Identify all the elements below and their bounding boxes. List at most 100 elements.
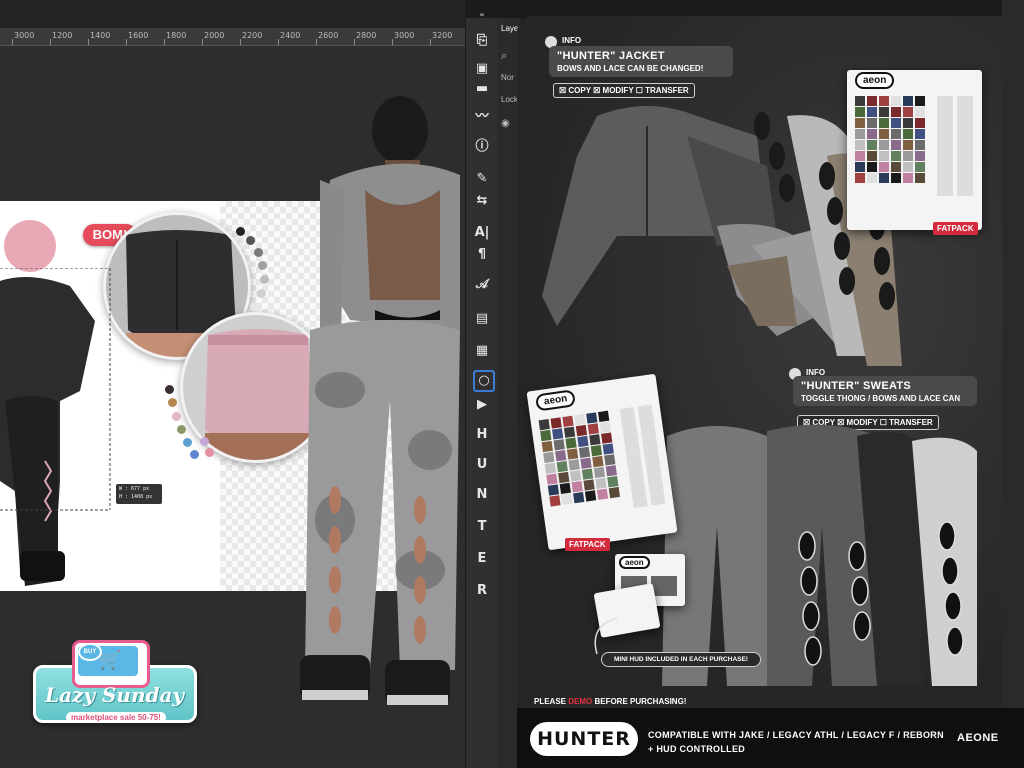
color-swatch[interactable] — [540, 429, 552, 442]
color-swatch[interactable] — [879, 151, 889, 161]
color-swatch[interactable] — [559, 482, 571, 495]
color-swatch[interactable] — [547, 484, 560, 496]
color-swatch[interactable] — [891, 140, 901, 150]
color-swatch[interactable] — [867, 129, 877, 139]
color-swatch[interactable] — [915, 129, 925, 139]
color-swatch[interactable] — [867, 162, 877, 172]
color-swatch[interactable] — [915, 162, 925, 172]
color-swatch[interactable] — [867, 107, 877, 117]
color-swatch[interactable] — [555, 450, 567, 462]
color-swatch[interactable] — [915, 151, 925, 161]
color-swatch[interactable] — [577, 435, 589, 448]
color-swatch[interactable] — [903, 118, 913, 128]
visibility-eye-icon[interactable]: ◉ — [501, 118, 510, 129]
play-icon[interactable]: ▶ — [471, 394, 493, 416]
letter-n-icon[interactable]: N — [471, 484, 493, 506]
color-swatch[interactable] — [867, 140, 877, 150]
history-icon[interactable]: ⎘ — [471, 30, 493, 52]
color-swatch[interactable] — [558, 471, 570, 484]
color-swatch[interactable] — [538, 419, 550, 431]
color-swatch[interactable] — [915, 173, 925, 183]
color-swatch[interactable] — [596, 488, 609, 500]
color-swatch[interactable] — [580, 457, 592, 469]
letter-t-icon[interactable]: T — [471, 516, 493, 538]
color-swatch[interactable] — [562, 415, 574, 427]
color-swatch[interactable] — [891, 107, 901, 117]
color-swatch[interactable] — [891, 173, 901, 183]
color-swatch[interactable] — [879, 118, 889, 128]
adjust-icon[interactable]: ⇆ — [471, 190, 493, 212]
color-swatch[interactable] — [570, 470, 582, 482]
color-swatch[interactable] — [573, 491, 585, 504]
notes-icon[interactable]: ▦ — [471, 340, 493, 362]
color-swatch[interactable] — [586, 412, 598, 424]
paragraph-icon[interactable]: ¶ — [471, 244, 493, 266]
color-swatch[interactable] — [583, 479, 595, 491]
color-swatch[interactable] — [565, 437, 577, 449]
color-swatch[interactable] — [602, 443, 614, 455]
jacket-color-grid[interactable] — [855, 96, 935, 186]
sweats-color-grid[interactable] — [538, 409, 631, 509]
color-swatch[interactable] — [855, 151, 865, 161]
color-swatch[interactable] — [578, 446, 591, 458]
color-swatch[interactable] — [575, 424, 588, 437]
color-swatch[interactable] — [556, 460, 568, 473]
color-swatch[interactable] — [867, 96, 877, 106]
color-swatch[interactable] — [584, 490, 597, 502]
letter-e-icon[interactable]: E — [471, 548, 493, 570]
color-swatch[interactable] — [879, 107, 889, 117]
color-swatch[interactable] — [592, 455, 604, 468]
color-swatch[interactable] — [574, 414, 586, 426]
color-swatch[interactable] — [541, 440, 553, 453]
navigator-icon[interactable]: ▤ — [471, 308, 493, 330]
character-icon[interactable]: A| — [471, 222, 493, 244]
color-swatch[interactable] — [561, 493, 573, 505]
mini-hud-button-2[interactable] — [651, 576, 677, 596]
letter-u-icon[interactable]: U — [471, 454, 493, 476]
color-swatch[interactable] — [915, 96, 925, 106]
color-swatch[interactable] — [587, 423, 599, 435]
color-swatch[interactable] — [903, 151, 913, 161]
color-swatch[interactable] — [552, 428, 564, 440]
color-swatch[interactable] — [879, 96, 889, 106]
color-swatch[interactable] — [915, 118, 925, 128]
color-swatch[interactable] — [568, 459, 580, 471]
color-swatch[interactable] — [879, 162, 889, 172]
color-swatch[interactable] — [891, 162, 901, 172]
color-swatch[interactable] — [855, 140, 865, 150]
jacket-option-column-2[interactable] — [957, 96, 973, 196]
color-swatch[interactable] — [605, 465, 617, 477]
color-swatch[interactable] — [903, 162, 913, 172]
comment-icon[interactable]: ▬ — [471, 78, 493, 100]
color-swatch[interactable] — [903, 96, 913, 106]
color-swatch[interactable] — [855, 96, 865, 106]
color-swatch[interactable] — [543, 451, 555, 464]
color-swatch[interactable] — [608, 486, 621, 499]
letter-r-icon[interactable]: R — [471, 580, 493, 602]
color-swatch[interactable] — [581, 468, 594, 480]
color-swatch[interactable] — [891, 151, 901, 161]
brush-icon[interactable]: ✎ — [471, 168, 493, 190]
color-swatch[interactable] — [544, 462, 557, 474]
color-swatch[interactable] — [855, 118, 865, 128]
color-swatch[interactable] — [915, 140, 925, 150]
color-swatch[interactable] — [891, 129, 901, 139]
color-swatch[interactable] — [593, 466, 606, 479]
color-swatch[interactable] — [867, 173, 877, 183]
letter-h-icon[interactable]: H — [471, 424, 493, 446]
color-swatch[interactable] — [867, 118, 877, 128]
color-swatch[interactable] — [590, 445, 603, 457]
shape-icon[interactable]: ○ — [473, 370, 495, 392]
color-swatch[interactable] — [549, 495, 561, 507]
color-swatch[interactable] — [903, 140, 913, 150]
brush-settings-icon[interactable]: 〰 — [471, 106, 493, 128]
color-swatch[interactable] — [563, 426, 576, 438]
stamp-icon[interactable]: ▣ — [471, 58, 493, 80]
color-swatch[interactable] — [903, 173, 913, 183]
color-swatch[interactable] — [855, 107, 865, 117]
glyphs-icon[interactable]: 𝒜 — [471, 274, 493, 296]
jacket-option-column[interactable] — [937, 96, 953, 196]
color-swatch[interactable] — [903, 129, 913, 139]
blend-mode-select[interactable]: Nor — [501, 73, 514, 82]
color-swatch[interactable] — [595, 477, 607, 489]
